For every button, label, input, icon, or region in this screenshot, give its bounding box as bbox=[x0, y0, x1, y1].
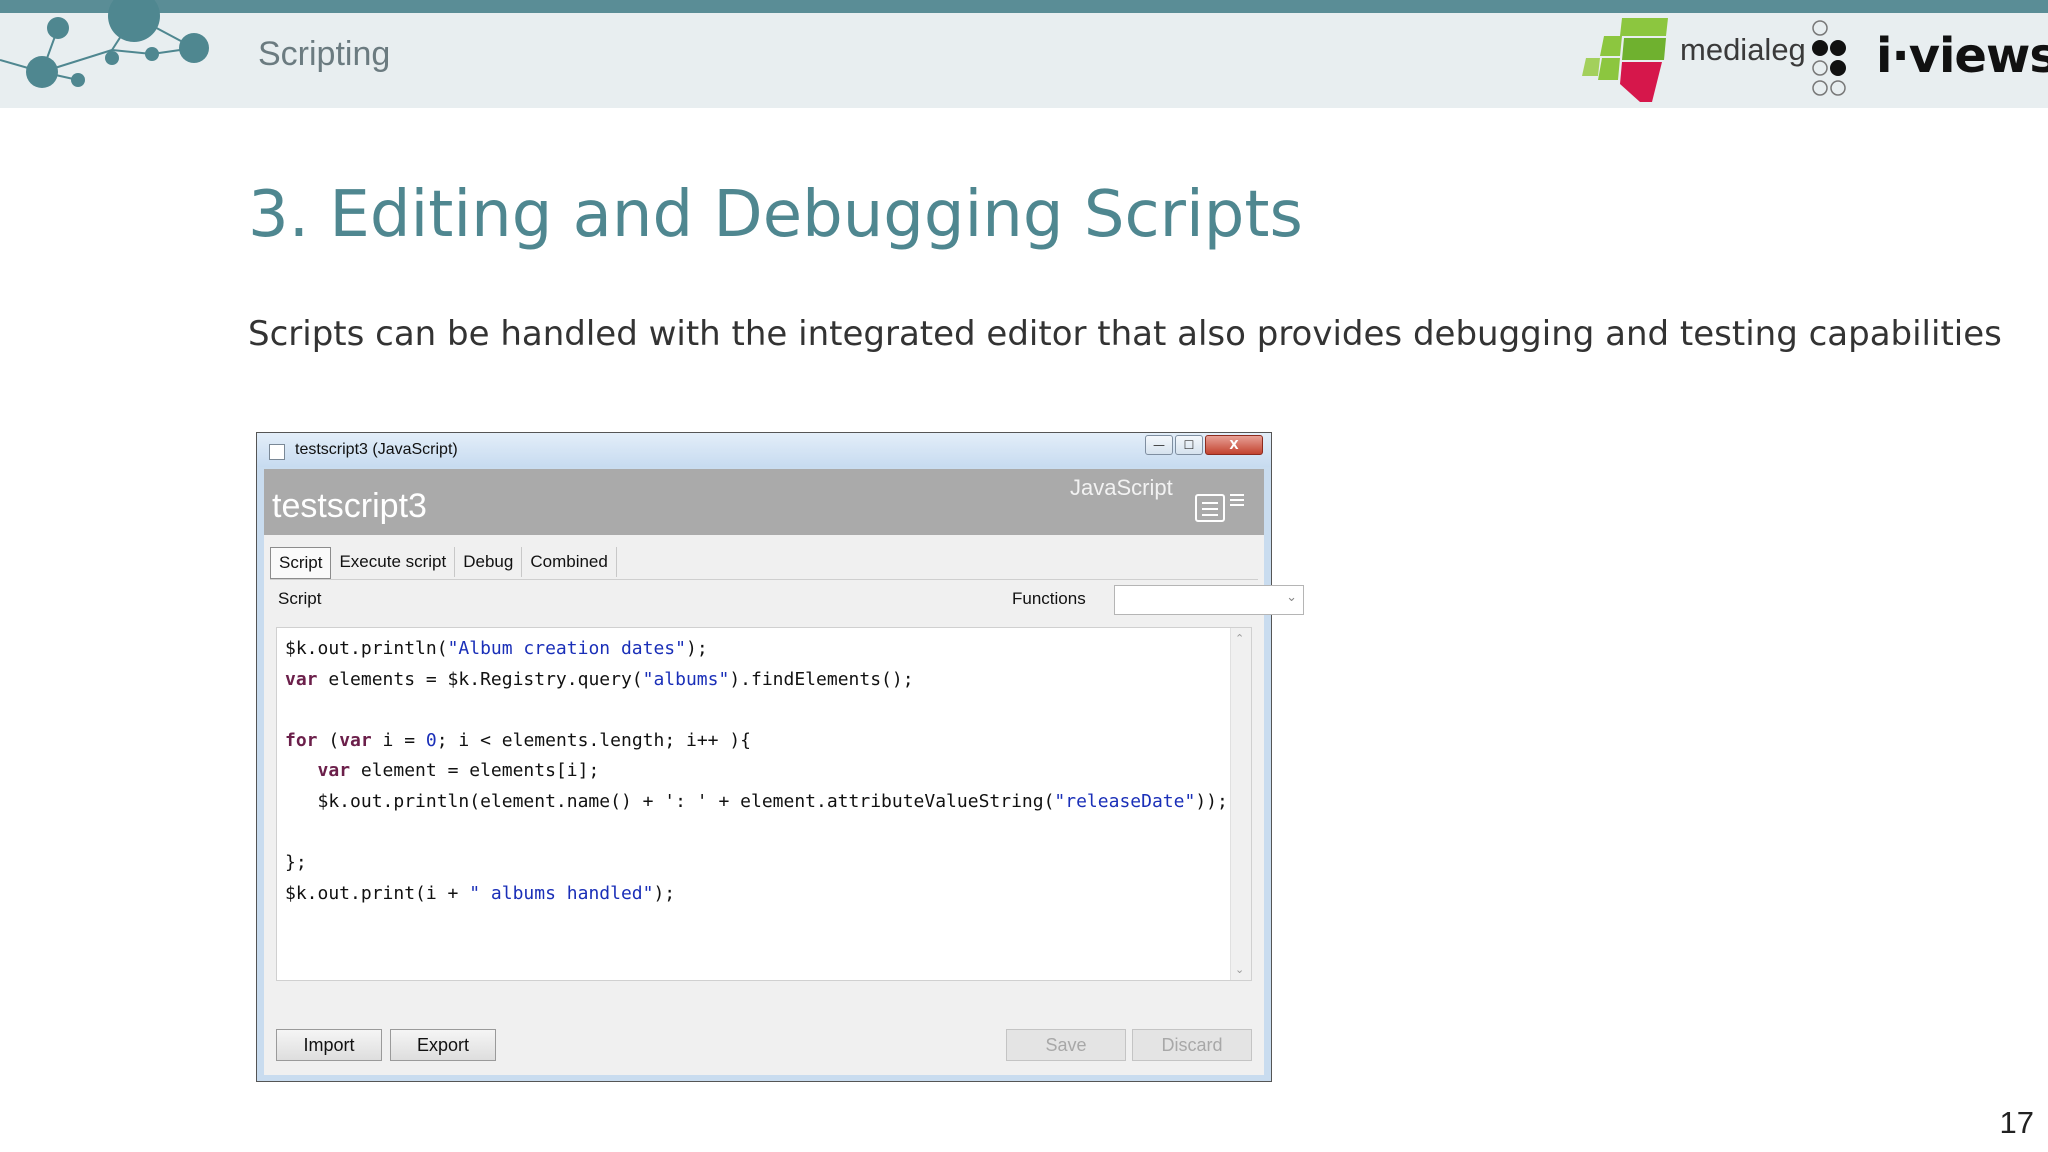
window-client-area: testscript3 JavaScript Script Execute sc… bbox=[264, 469, 1304, 1075]
chevron-down-icon: ⌄ bbox=[1286, 590, 1297, 605]
code-line: }; bbox=[285, 852, 307, 874]
code-editor[interactable]: $k.out.println("Album creation dates"); … bbox=[276, 627, 1252, 981]
tab-bar: Script Execute script Debug Combined bbox=[270, 547, 617, 579]
export-button[interactable]: Export bbox=[390, 1029, 496, 1061]
functions-dropdown[interactable]: ⌄ bbox=[1114, 585, 1304, 615]
import-button[interactable]: Import bbox=[276, 1029, 382, 1061]
tab-combined[interactable]: Combined bbox=[522, 547, 617, 577]
code-line: for (var i = 0; i < elements.length; i++… bbox=[285, 729, 752, 751]
script-editor-window: testscript3 (JavaScript) — ☐ X testscrip… bbox=[256, 432, 1304, 1082]
close-button[interactable]: X bbox=[1205, 435, 1263, 455]
window-title: testscript3 (JavaScript) bbox=[295, 441, 458, 458]
code-line: var element = elements[i]; bbox=[317, 760, 600, 782]
section-title: Scripting bbox=[258, 35, 391, 73]
tab-script[interactable]: Script bbox=[270, 547, 332, 579]
window-titlebar[interactable]: testscript3 (JavaScript) — ☐ X bbox=[257, 433, 1271, 467]
functions-label: Functions bbox=[1012, 589, 1086, 608]
code-line: var elements = $k.Registry.query("albums… bbox=[285, 668, 914, 690]
tab-debug[interactable]: Debug bbox=[455, 547, 523, 577]
discard-button[interactable]: Discard bbox=[1132, 1029, 1252, 1061]
iviews-logo-icon bbox=[1812, 20, 1846, 96]
code-line: $k.out.println(element.name() + ': ' + e… bbox=[285, 790, 1228, 812]
scroll-down-icon[interactable]: ⌄ bbox=[1235, 963, 1244, 976]
document-list-icon[interactable] bbox=[1194, 491, 1252, 525]
tab-execute-script[interactable]: Execute script bbox=[331, 547, 456, 577]
page-number: 17 bbox=[1999, 1105, 2034, 1140]
save-button[interactable]: Save bbox=[1006, 1029, 1126, 1061]
top-accent-bar bbox=[0, 0, 2048, 13]
script-label: Script bbox=[278, 589, 322, 608]
minimize-button[interactable]: — bbox=[1145, 435, 1173, 455]
scroll-up-icon[interactable]: ⌃ bbox=[1235, 632, 1244, 645]
slide-subtitle: Scripts can be handled with the integrat… bbox=[248, 314, 2002, 354]
code-text[interactable]: $k.out.println("Album creation dates"); … bbox=[285, 634, 1228, 909]
editor-scrollbar[interactable]: ⌃ ⌄ bbox=[1230, 628, 1251, 980]
script-header-panel: testscript3 JavaScript bbox=[264, 469, 1264, 535]
slide-heading: 3. Editing and Debugging Scripts bbox=[248, 178, 1303, 252]
medialeg-logo-icon bbox=[1582, 18, 1668, 102]
code-line: $k.out.println("Album creation dates"); bbox=[285, 638, 708, 659]
language-label: JavaScript bbox=[1070, 475, 1173, 500]
script-name: testscript3 bbox=[272, 487, 427, 525]
tab-divider bbox=[270, 579, 1258, 580]
medialeg-logo-text: medialeg bbox=[1680, 32, 1806, 67]
code-line: $k.out.print(i + " albums handled"); bbox=[285, 882, 676, 904]
maximize-button[interactable]: ☐ bbox=[1175, 435, 1203, 455]
network-graphic bbox=[0, 0, 209, 88]
iviews-logo-text: i·views bbox=[1876, 28, 2048, 84]
window-icon bbox=[269, 444, 285, 460]
